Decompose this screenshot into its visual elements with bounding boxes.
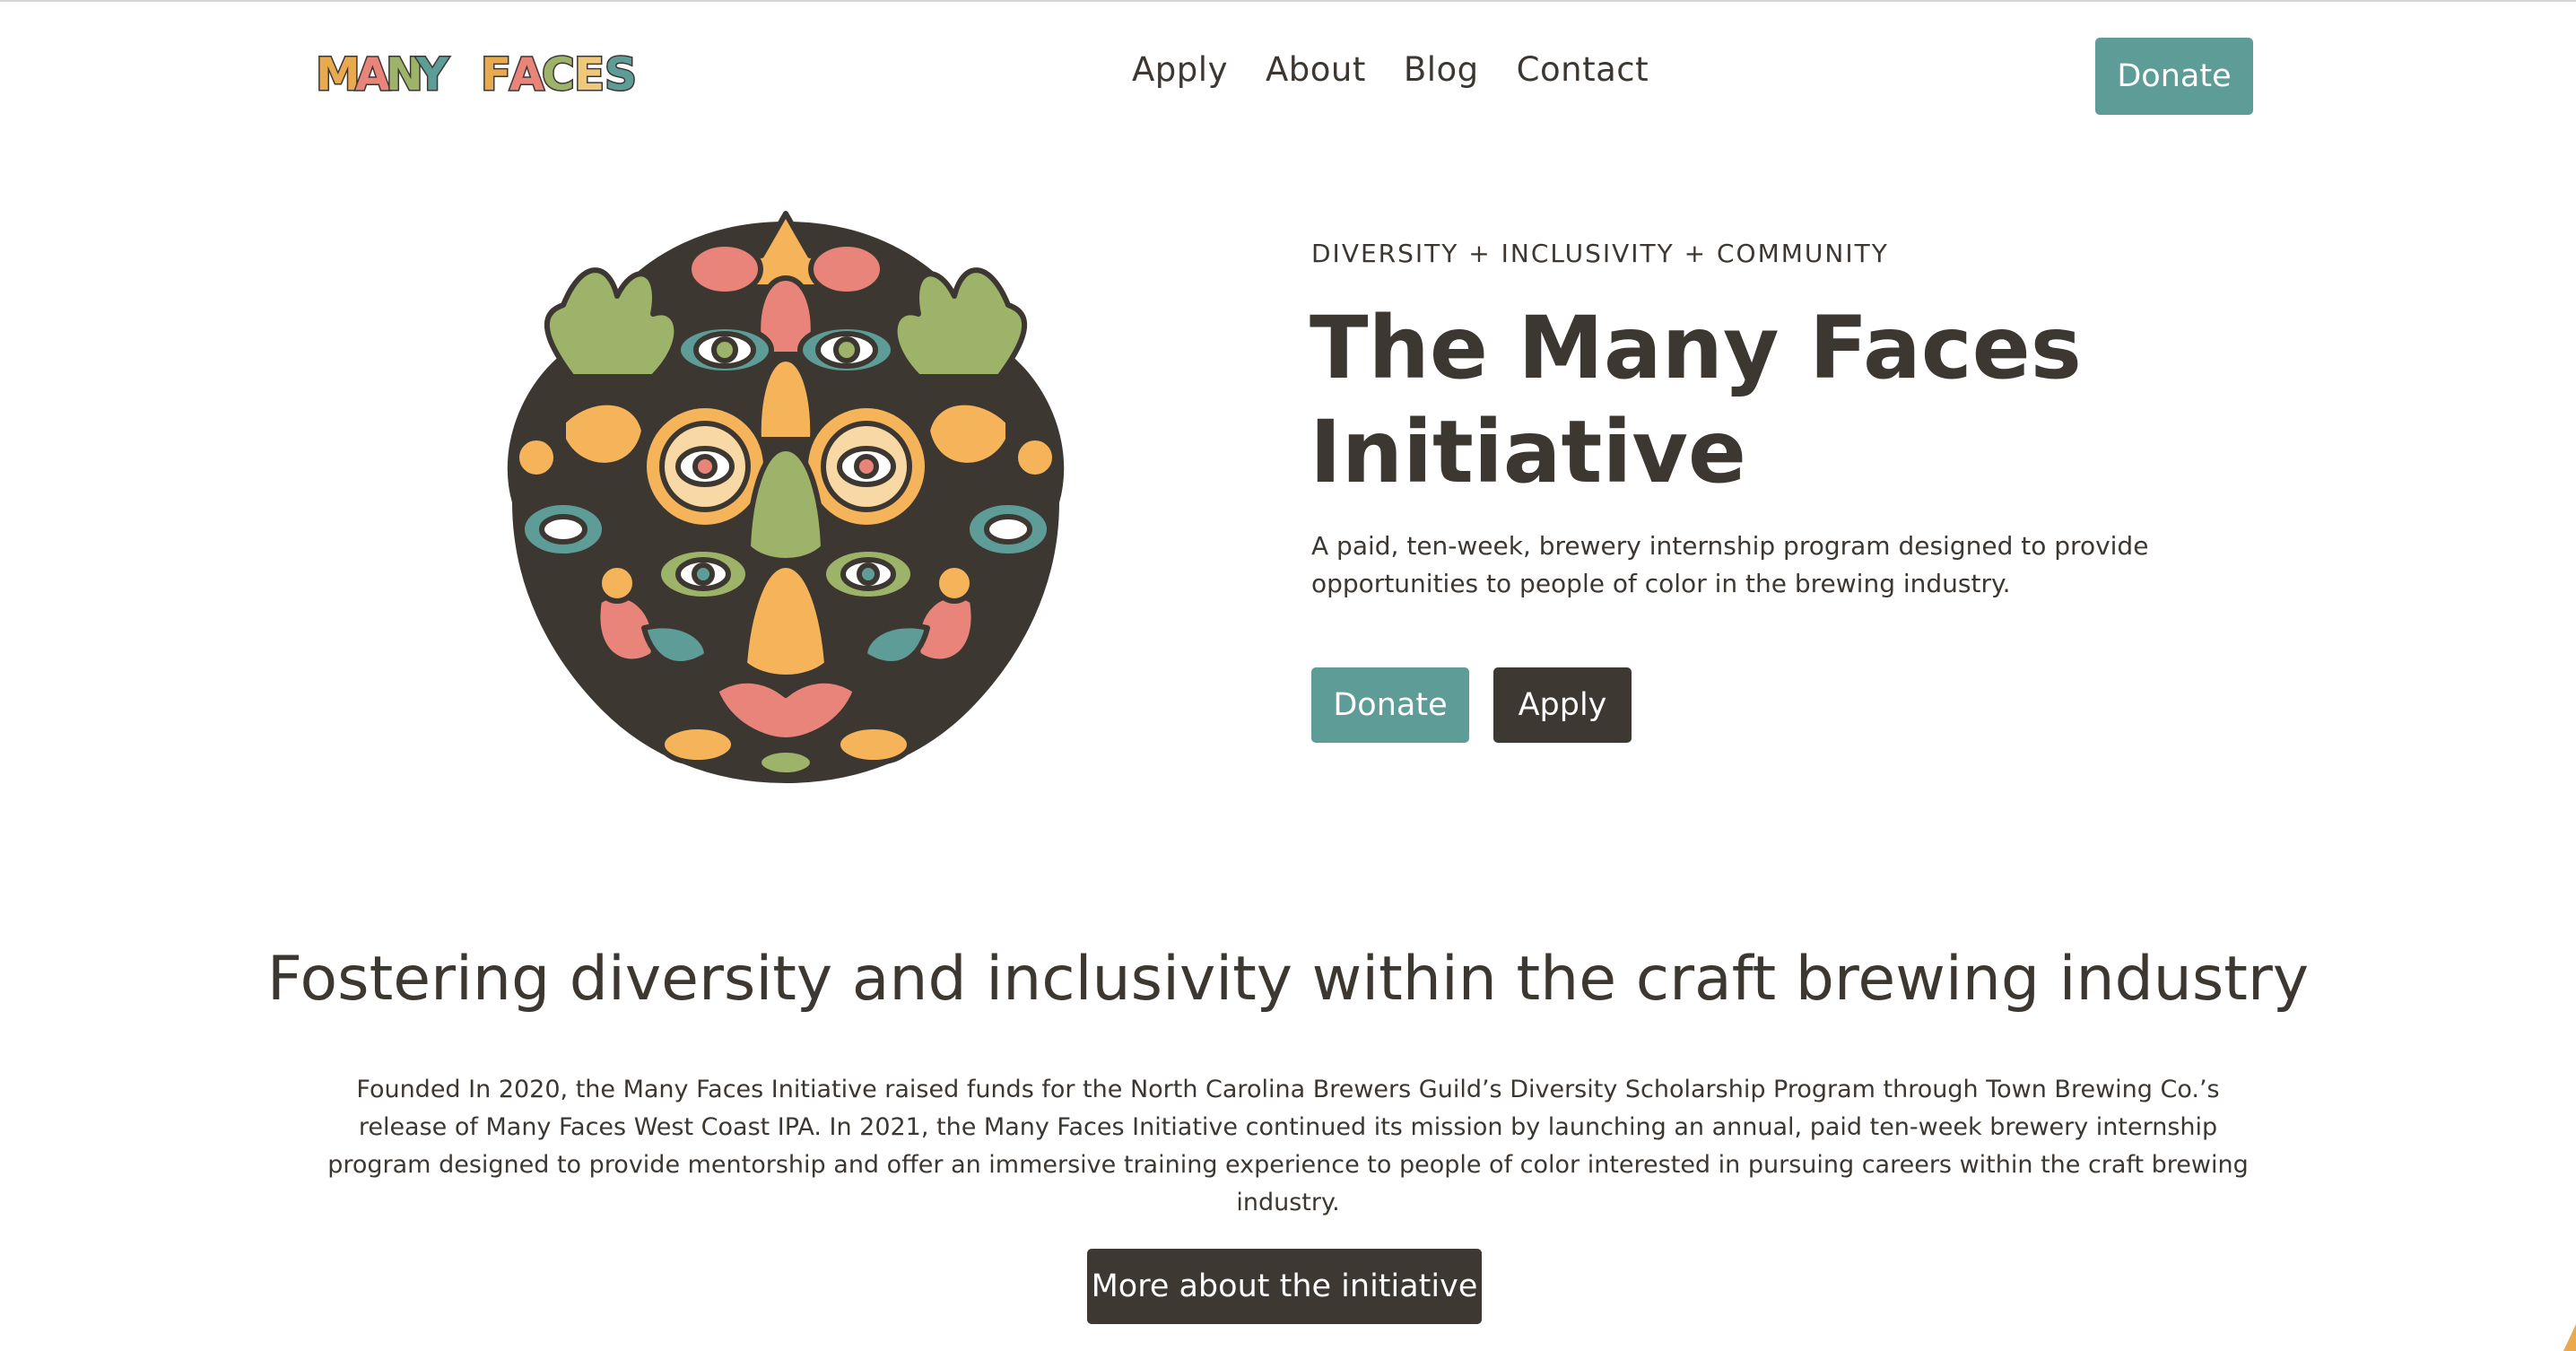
hero-eyebrow: DIVERSITY + INCLUSIVITY + COMMUNITY <box>1311 239 1889 268</box>
many-faces-logo[interactable]: M A N Y F A C E S <box>314 47 644 100</box>
svg-text:S: S <box>605 48 635 99</box>
header-donate-button[interactable]: Donate <box>2095 38 2253 115</box>
svg-text:M: M <box>316 48 359 99</box>
svg-text:A: A <box>509 48 544 99</box>
svg-text:E: E <box>574 48 603 99</box>
main-nav: Apply About Blog Contact <box>1132 50 1686 89</box>
svg-text:F: F <box>481 48 509 99</box>
svg-text:Y: Y <box>415 48 449 99</box>
section-title: Fostering diversity and inclusivity with… <box>266 944 2310 1015</box>
svg-text:C: C <box>542 48 573 99</box>
top-border <box>0 0 2576 2</box>
hero-title: The Many Faces Initiative <box>1310 298 2082 502</box>
nav-apply[interactable]: Apply <box>1132 50 1228 89</box>
nav-contact[interactable]: Contact <box>1517 50 1649 89</box>
nav-blog[interactable]: Blog <box>1404 50 1479 89</box>
hero-donate-button[interactable]: Donate <box>1311 667 1469 743</box>
hero-description: A paid, ten-week, brewery internship pro… <box>1311 531 2149 598</box>
more-about-button[interactable]: More about the initiative <box>1087 1249 1482 1324</box>
many-faces-illustration-icon <box>507 211 1065 783</box>
hero-apply-button[interactable]: Apply <box>1493 667 1632 743</box>
nav-about[interactable]: About <box>1266 50 1366 89</box>
corner-decoration <box>2563 1324 2576 1351</box>
section-body: Founded In 2020, the Many Faces Initiati… <box>327 1076 2249 1216</box>
